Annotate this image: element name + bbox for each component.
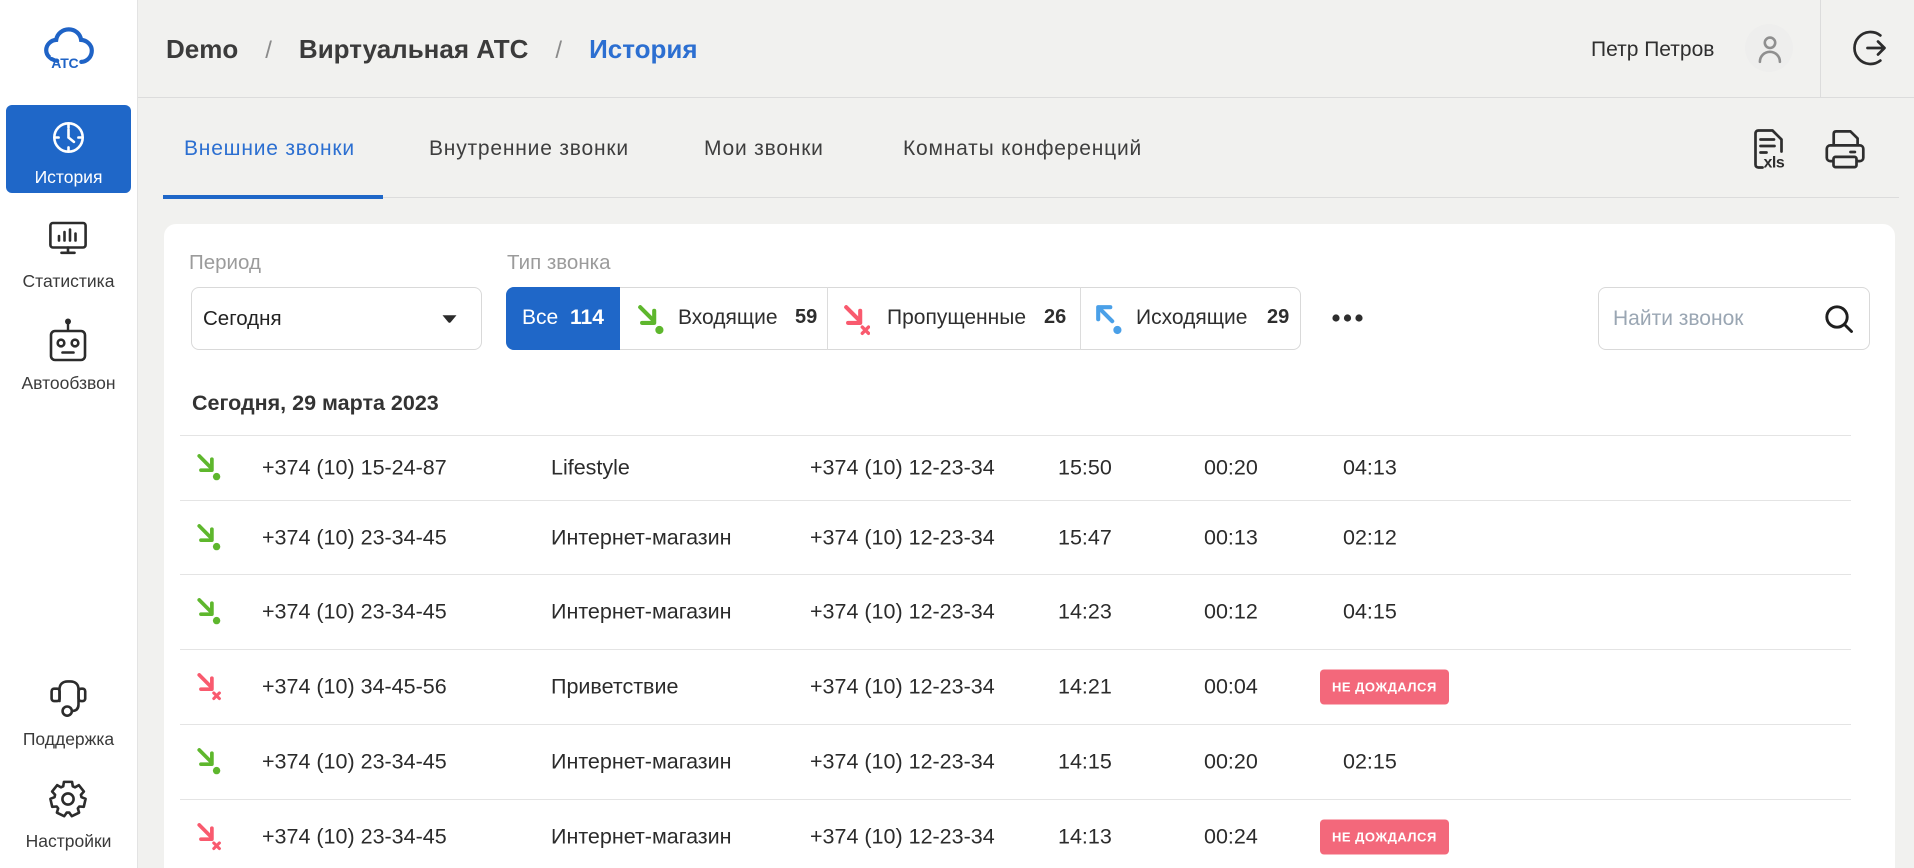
svg-text:АТС: АТС <box>51 55 78 71</box>
svg-text:xls: xls <box>1764 155 1785 171</box>
